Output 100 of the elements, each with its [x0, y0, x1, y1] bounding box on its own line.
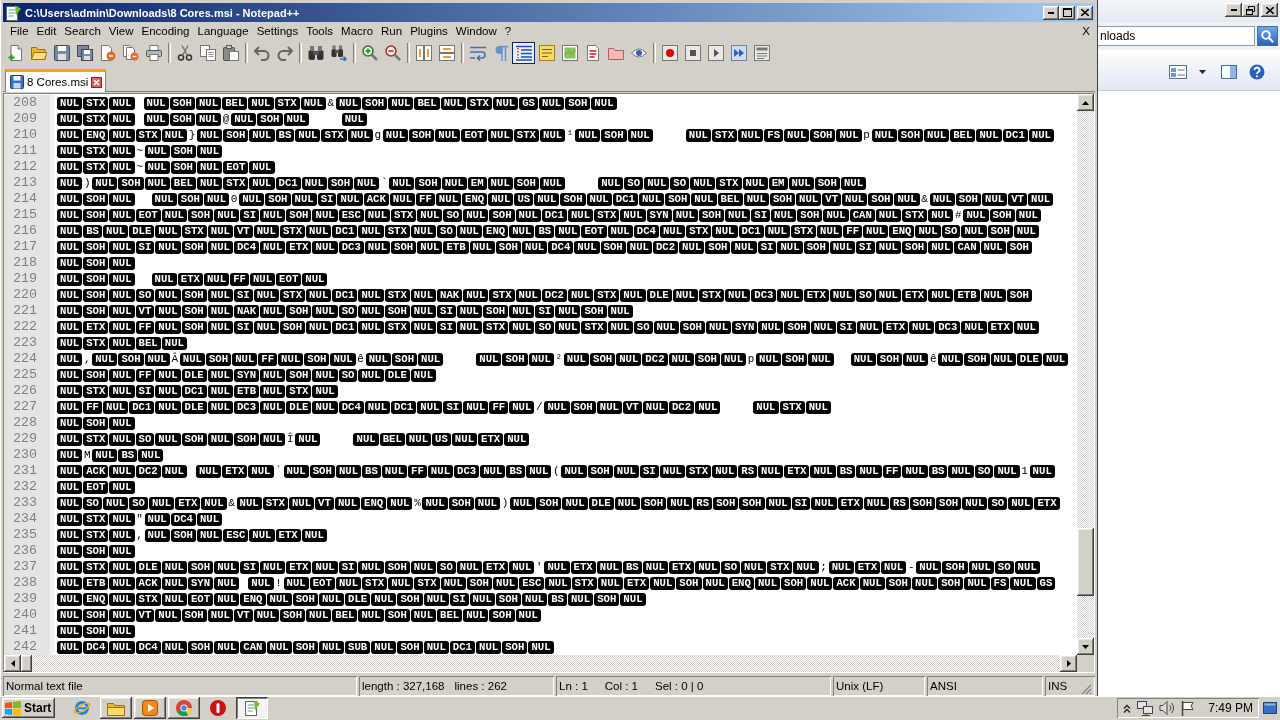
clock-text[interactable]: 7:49 PM	[1208, 701, 1253, 715]
control-char: SOH	[83, 240, 109, 254]
line-number: 208	[4, 95, 50, 111]
restore-button[interactable]	[1242, 3, 1259, 17]
caret-icon[interactable]	[1199, 70, 1206, 74]
control-char: NUL	[260, 208, 286, 222]
control-char: NUL	[598, 176, 624, 190]
address-field[interactable]: nloads	[1098, 26, 1255, 46]
horizontal-scrollbar[interactable]	[4, 655, 1077, 672]
control-char: SOH	[118, 352, 144, 366]
menu-item[interactable]: Window	[451, 25, 501, 37]
control-char: DC3	[454, 464, 480, 478]
control-char: ETX	[286, 560, 312, 574]
control-char: VT	[233, 224, 253, 238]
control-char: SOH	[989, 208, 1015, 222]
view-icon[interactable]	[1169, 65, 1187, 79]
control-char: NUL	[1043, 352, 1069, 366]
control-char: NUL	[312, 368, 338, 382]
preview-pane-icon[interactable]	[1221, 65, 1237, 79]
control-char: SOH	[397, 592, 423, 606]
menu-item[interactable]: Edit	[32, 25, 61, 37]
control-char: STX	[83, 528, 109, 542]
scroll-right-button[interactable]	[1060, 655, 1077, 672]
control-char: NUL	[155, 320, 181, 334]
show-desktop-button[interactable]	[1263, 699, 1278, 717]
control-char: DC4	[233, 240, 260, 254]
taskbar-button[interactable]	[168, 697, 200, 719]
control-char: SI	[757, 240, 777, 254]
start-button[interactable]: Start	[2, 698, 55, 718]
control-char: SI	[639, 464, 659, 478]
menu-item[interactable]: Encoding	[137, 25, 194, 37]
scroll-up-button[interactable]	[1077, 94, 1094, 111]
help-icon[interactable]	[1249, 64, 1265, 80]
control-char: NUL	[203, 272, 230, 286]
control-char: NUL	[642, 560, 668, 574]
menu-item[interactable]: File	[6, 25, 33, 37]
control-char: NUL	[214, 208, 240, 222]
control-char: NUL	[353, 432, 379, 446]
network-icon[interactable]	[1137, 700, 1154, 716]
close-icon[interactable]	[91, 76, 103, 88]
scroll-thumb[interactable]	[1077, 528, 1094, 596]
control-char: SO	[135, 288, 155, 302]
control-char: NUL	[712, 464, 738, 478]
control-char: NUL	[1013, 320, 1039, 334]
control-char: STX	[483, 320, 509, 334]
vertical-scrollbar[interactable]	[1077, 94, 1094, 655]
control-char: SI	[233, 288, 253, 302]
control-char: NUL	[196, 176, 223, 190]
control-char: NUL	[161, 128, 187, 142]
file-tab[interactable]: 8 Cores.msi	[5, 69, 107, 92]
menu-item[interactable]: Macro	[337, 25, 378, 37]
control-char: SO	[437, 560, 456, 574]
scroll-down-button[interactable]	[1077, 638, 1094, 655]
menu-item[interactable]: ?	[500, 25, 516, 37]
minimize-button[interactable]	[1043, 5, 1059, 20]
scroll-thumb[interactable]	[21, 655, 32, 672]
speaker-icon[interactable]	[1159, 701, 1176, 715]
control-char: SYN	[233, 368, 260, 382]
maximize-button[interactable]	[1059, 5, 1075, 20]
control-char: SOH	[955, 192, 981, 206]
notepad-icon	[244, 700, 260, 716]
control-char: SOH	[698, 208, 725, 222]
editor-text: ,	[83, 352, 92, 367]
minimize-button[interactable]	[1225, 3, 1242, 17]
control-char: NUL	[214, 576, 240, 590]
editor-text: p	[862, 128, 871, 143]
control-char: NUL	[829, 240, 856, 254]
menu-item[interactable]: Run	[377, 25, 407, 37]
close-button[interactable]	[1077, 5, 1093, 20]
close-icon	[1081, 9, 1089, 16]
control-char: ETX	[175, 496, 201, 510]
control-char: NUL	[248, 96, 274, 110]
menu-item[interactable]: Tools	[302, 25, 338, 37]
undo-icon	[253, 45, 270, 61]
search-button[interactable]	[1257, 26, 1278, 46]
close-button[interactable]	[1261, 3, 1278, 17]
taskbar-button[interactable]	[236, 697, 268, 719]
menu-item[interactable]: Plugins	[406, 25, 452, 37]
taskbar-button[interactable]	[100, 697, 132, 719]
control-char: NUL	[823, 208, 849, 222]
control-char: NUL	[743, 192, 769, 206]
taskbar-button[interactable]	[134, 697, 166, 719]
control-char: NUL	[278, 352, 304, 366]
menu-item[interactable]: Language	[193, 25, 253, 37]
close-document-button[interactable]: X	[1077, 25, 1095, 37]
control-char: NUL	[562, 496, 588, 510]
up-triangle-icon	[1082, 100, 1089, 105]
control-char: VT	[622, 400, 642, 414]
toolbar-button[interactable]	[512, 42, 535, 64]
control-char: SO	[443, 208, 463, 222]
menu-item[interactable]: View	[104, 25, 138, 37]
flag-icon[interactable]	[1181, 700, 1195, 716]
resize-grip-icon	[1081, 684, 1092, 695]
menu-item[interactable]: Settings	[252, 25, 303, 37]
chevron-up-icon[interactable]	[1123, 703, 1132, 713]
zoom-out-icon	[384, 45, 401, 61]
control-char: NUL	[539, 96, 565, 110]
control-char: NUL	[301, 176, 327, 190]
menu-item[interactable]: Search	[60, 25, 105, 37]
scroll-left-button[interactable]	[4, 655, 21, 672]
